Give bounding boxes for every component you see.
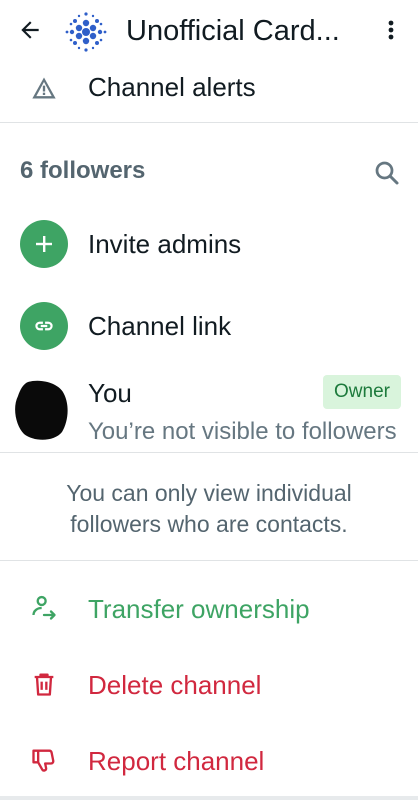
- link-icon: [35, 321, 53, 331]
- search-icon[interactable]: [372, 158, 402, 188]
- channel-alerts-row[interactable]: Channel alerts: [0, 62, 418, 112]
- delete-channel-label: Delete channel: [88, 670, 262, 700]
- back-button[interactable]: [12, 12, 48, 48]
- invite-admins-row[interactable]: Invite admins: [0, 208, 418, 280]
- report-channel-label: Report channel: [88, 746, 265, 776]
- warning-triangle-icon: [32, 77, 56, 99]
- section-divider: [0, 452, 418, 453]
- channel-title[interactable]: Unofficial Card...: [126, 12, 376, 50]
- arrow-left-icon: [21, 21, 39, 39]
- app-bar: Unofficial Card...: [0, 0, 418, 60]
- transfer-ownership-label: Transfer ownership: [88, 594, 310, 624]
- channel-avatar[interactable]: [62, 8, 110, 56]
- channel-alerts-label: Channel alerts: [88, 72, 256, 102]
- invite-admins-label: Invite admins: [88, 229, 242, 259]
- more-vertical-icon: [388, 20, 394, 40]
- plus-icon: [36, 236, 52, 252]
- bottom-divider: [0, 796, 418, 800]
- followers-count: 6 followers: [20, 157, 146, 184]
- cardano-logo-icon: [65, 12, 107, 52]
- transfer-owner-icon: [32, 595, 56, 620]
- followers-visibility-note: You can only view individual followers w…: [66, 480, 352, 537]
- you-name: You: [88, 378, 132, 408]
- channel-link-label: Channel link: [88, 311, 232, 341]
- avatar[interactable]: [14, 380, 70, 440]
- status-badge: Owner: [323, 375, 401, 409]
- thumbs-down-icon: [32, 749, 55, 772]
- trash-icon: [34, 673, 54, 696]
- channel-link-avatar: [20, 302, 68, 350]
- delete-channel-row[interactable]: Delete channel: [0, 650, 418, 722]
- channel-link-row[interactable]: Channel link: [0, 290, 418, 362]
- section-divider: [0, 560, 418, 561]
- report-channel-row[interactable]: Report channel: [0, 726, 418, 798]
- you-subtitle: You’re not visible to followers: [88, 418, 397, 445]
- transfer-ownership-row[interactable]: Transfer ownership: [0, 572, 418, 644]
- invite-admins-avatar: [20, 220, 68, 268]
- overflow-menu-button[interactable]: [376, 12, 406, 48]
- channel-info-screen: Unofficial Card... Channel alerts 6 foll…: [0, 0, 418, 800]
- section-divider: [0, 122, 418, 123]
